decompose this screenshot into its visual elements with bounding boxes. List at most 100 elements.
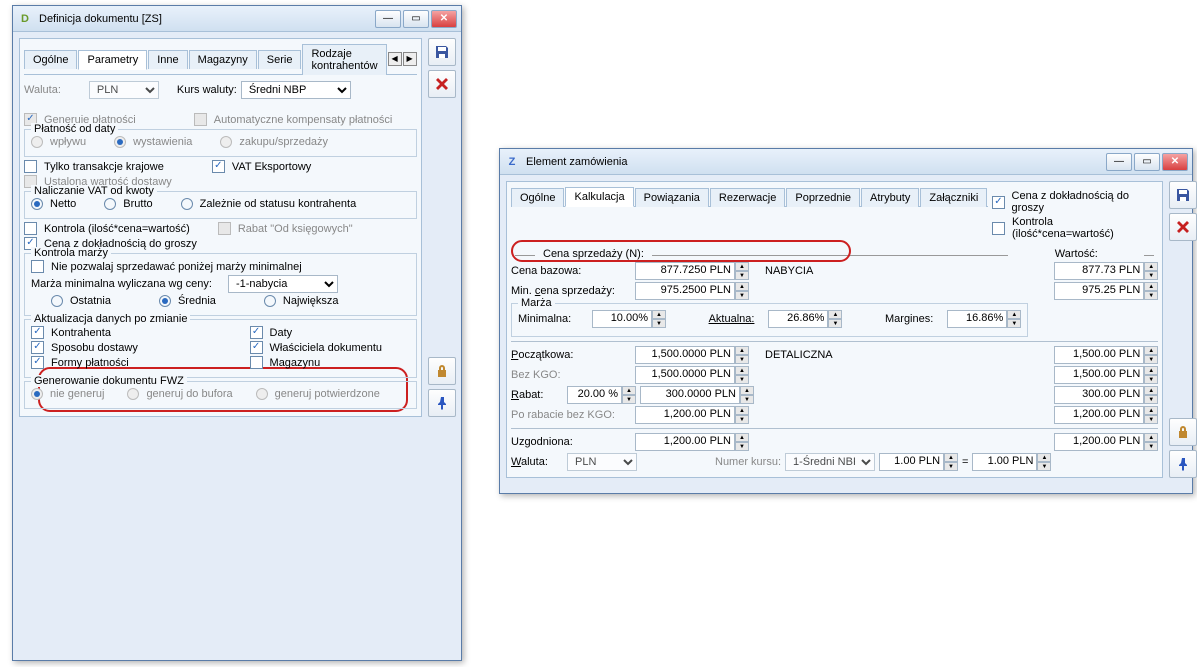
grp-platnosc: Płatność od daty wpływu wystawienia zaku… [24, 129, 417, 157]
grp-marza: Marża Minimalna: 10.00%▲▼ Aktualna: 26.8… [511, 303, 1028, 337]
gt-kmarzy: Kontrola marży [31, 247, 111, 259]
tab-next[interactable]: ▶ [403, 52, 417, 66]
lbl-mc: Min. cena sprzedaży: [511, 285, 631, 297]
tab2-zal[interactable]: Załączniki [920, 188, 987, 207]
waluta-select: PLN [89, 81, 159, 99]
app-icon: D [17, 11, 33, 27]
tab2-ogolne[interactable]: Ogólne [511, 188, 564, 207]
grp-kmarzy: Kontrola marży Nie pozwalaj sprzedawać p… [24, 253, 417, 316]
chk-auto-komp [194, 113, 207, 126]
lbl-pocz: Początkowa: [511, 349, 631, 361]
waluta-label: Waluta: [24, 83, 61, 97]
tab2-rez[interactable]: Rezerwacje [710, 188, 785, 207]
r-zal[interactable] [181, 198, 193, 210]
chk-tylko-kraj[interactable] [24, 160, 37, 173]
tab2-atr[interactable]: Atrybuty [861, 188, 919, 207]
gt-plat: Płatność od daty [31, 123, 118, 135]
tab-rodzaje[interactable]: Rodzaje kontrahentów [302, 44, 386, 75]
main-panel2: Ogólne Kalkulacja Powiązania Rezerwacje … [506, 181, 1163, 478]
chk-rabat [218, 222, 231, 235]
maximize-button[interactable]: ▭ [403, 10, 429, 28]
chk-a-mag[interactable] [250, 356, 263, 369]
close-button[interactable]: ✕ [431, 10, 457, 28]
pin-button2[interactable] [1169, 450, 1197, 478]
app-icon2: Z [504, 154, 520, 170]
r-brutto[interactable] [104, 198, 116, 210]
window-title: Definicja dokumentu [ZS] [39, 13, 375, 25]
window-title2: Element zamówienia [526, 156, 1106, 168]
kurs-label: Kurs waluty: [177, 83, 237, 97]
window-element-zam: Z Element zamówienia — ▭ ✕ Ogólne Kalkul… [499, 148, 1193, 494]
r-netto[interactable] [31, 198, 43, 210]
gt-aktual: Aktualizacja danych po zmianie [31, 313, 190, 325]
chk2-kontr[interactable] [992, 222, 1005, 235]
val-cb: 877.7250 PLN [635, 262, 735, 280]
val-mc: 975.2500 PLN [635, 282, 735, 300]
lbl-cb: Cena bazowa: [511, 265, 631, 277]
close-button2[interactable]: ✕ [1162, 153, 1188, 171]
chk-a-wlasc[interactable] [250, 341, 263, 354]
window-def-doc: D Definicja dokumentu [ZS] — ▭ ✕ Ogólne … [12, 5, 462, 661]
titlebar: D Definicja dokumentu [ZS] — ▭ ✕ [13, 6, 461, 32]
r-g-buf [127, 388, 139, 400]
lbl-wal: Waluta: [511, 456, 563, 468]
gt-fwz: Generowanie dokumentu FWZ [31, 375, 187, 387]
chk-a-spos[interactable] [31, 341, 44, 354]
r-wplywu [31, 136, 43, 148]
cancel-button[interactable] [428, 70, 456, 98]
hdr-wart: Wartość: [1016, 248, 1136, 260]
tab-magazyny[interactable]: Magazyny [189, 50, 257, 69]
pin-button[interactable] [428, 389, 456, 417]
minimize-button[interactable]: — [375, 10, 401, 28]
grp-nalicz: Naliczanie VAT od kwoty Netto Brutto Zal… [24, 191, 417, 219]
tab-serie[interactable]: Serie [258, 50, 302, 69]
tab-inne[interactable]: Inne [148, 50, 187, 69]
val-mc-w: 975.25 PLN [1054, 282, 1144, 300]
gt-nalicz: Naliczanie VAT od kwoty [31, 185, 157, 197]
cancel-button2[interactable] [1169, 213, 1197, 241]
lbl-marza-min: Marża minimalna wyliczana wg ceny: [31, 278, 212, 290]
tab2-pow[interactable]: Powiązania [635, 188, 709, 207]
nk-select: 1-Średni NBP [785, 453, 875, 471]
chk2-cena[interactable] [992, 196, 1004, 209]
main-panel: Ogólne Parametry Inne Magazyny Serie Rod… [19, 38, 422, 417]
tab-ogolne[interactable]: Ogólne [24, 50, 77, 69]
maximize-button2[interactable]: ▭ [1134, 153, 1160, 171]
tab-prev[interactable]: ◀ [388, 52, 402, 66]
r-g-potw [256, 388, 268, 400]
save-button2[interactable] [1169, 181, 1197, 209]
r-g-nie [31, 388, 43, 400]
chk-nie-pozw[interactable] [31, 260, 44, 273]
lock-button[interactable] [428, 357, 456, 385]
minimize-button2[interactable]: — [1106, 153, 1132, 171]
val-cb-w: 877.73 PLN [1054, 262, 1144, 280]
tab2-kalk[interactable]: Kalkulacja [565, 187, 633, 207]
marza-select[interactable]: -1-nabycia [228, 275, 338, 293]
r-ost[interactable] [51, 295, 63, 307]
wal-select: PLN [567, 453, 637, 471]
titlebar2: Z Element zamówienia — ▭ ✕ [500, 149, 1192, 175]
kurs-select[interactable]: Średni NBP [241, 81, 351, 99]
txt-nabycia: NABYCIA [765, 265, 813, 277]
grp-aktual: Aktualizacja danych po zmianie Kontrahen… [24, 319, 417, 378]
tab-parametry[interactable]: Parametry [78, 50, 147, 70]
r-sred[interactable] [159, 295, 171, 307]
tabs2: Ogólne Kalkulacja Powiązania Rezerwacje … [511, 186, 988, 207]
chk-kontrola[interactable] [24, 222, 37, 235]
chk-vat-eksp[interactable] [212, 160, 225, 173]
chk-a-daty[interactable] [250, 326, 263, 339]
hdr-cs: Cena sprzedaży (N): [543, 248, 644, 260]
tab2-pop[interactable]: Poprzednie [786, 188, 860, 207]
r-wyst [114, 136, 126, 148]
chk-a-kontr[interactable] [31, 326, 44, 339]
r-najw[interactable] [264, 295, 276, 307]
sidebtns2 [1169, 181, 1197, 478]
sidebtns [428, 38, 456, 417]
grp-fwz: Generowanie dokumentu FWZ nie generuj ge… [24, 381, 417, 409]
lbl-uz: Uzgodniona: [511, 436, 631, 448]
tabs: Ogólne Parametry Inne Magazyny Serie Rod… [24, 43, 417, 75]
lbl-rabat: Rabat: [511, 389, 563, 401]
save-button[interactable] [428, 38, 456, 66]
chk-a-formy[interactable] [31, 356, 44, 369]
lock-button2[interactable] [1169, 418, 1197, 446]
